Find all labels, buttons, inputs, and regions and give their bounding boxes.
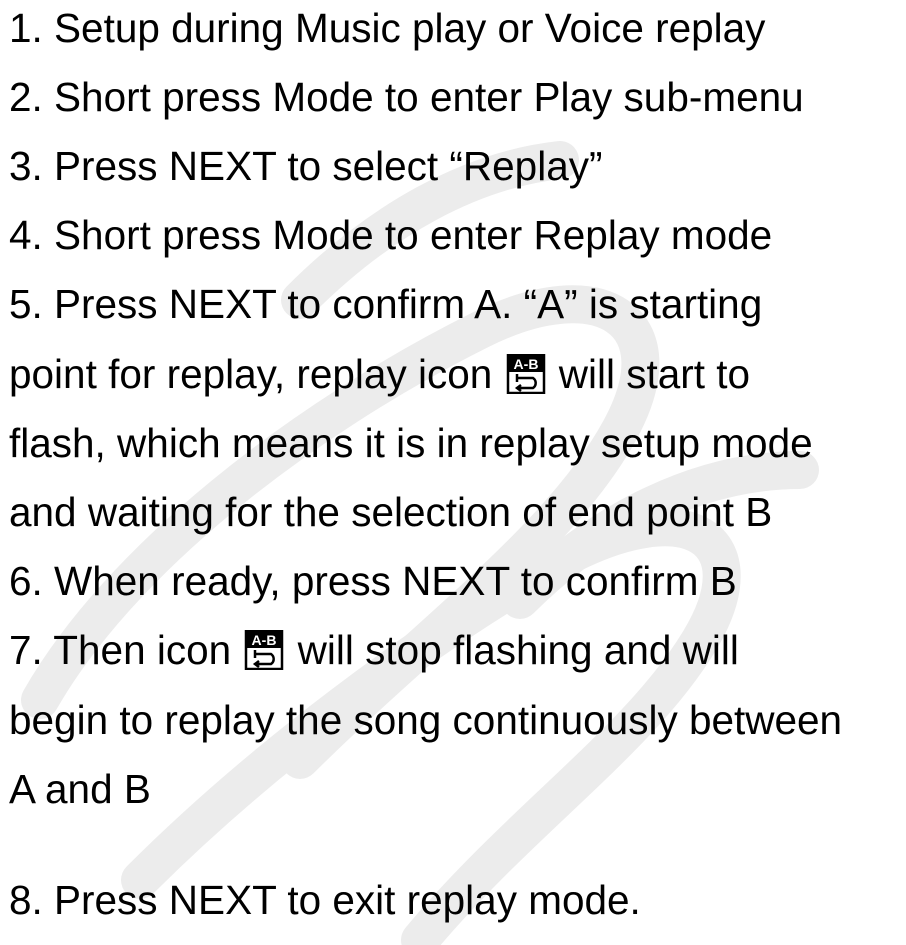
ab-replay-icon: A-B [506, 353, 546, 404]
svg-text:A-B: A-B [252, 632, 277, 648]
instruction-line: flash, which means it is in replay setup… [9, 420, 813, 466]
instruction-line: begin to replay the song continuously be… [9, 697, 843, 743]
instruction-line: point for replay, replay icon A-B will s… [9, 350, 750, 404]
instruction-line: 8. Press NEXT to exit replay mode. [9, 877, 641, 923]
instruction-line: 3. Press NEXT to select “Replay” [9, 143, 603, 189]
instruction-line: and waiting for the selection of end poi… [9, 489, 773, 535]
instruction-document: 1. Setup during Music play or Voice repl… [0, 0, 906, 945]
instruction-line: 4. Short press Mode to enter Replay mode [9, 212, 773, 258]
instruction-line: 1. Setup during Music play or Voice repl… [9, 5, 766, 51]
instruction-line: 6. When ready, press NEXT to confirm B [9, 558, 737, 604]
ab-replay-icon: A-B [244, 629, 284, 680]
svg-text:A-B: A-B [513, 356, 538, 372]
instruction-line: A and B [9, 766, 151, 812]
instruction-line: 5. Press NEXT to confirm A. “A” is start… [9, 281, 763, 327]
instruction-line: 7. Then icon A-B will stop flashing and … [9, 626, 739, 680]
instruction-line: 2. Short press Mode to enter Play sub-me… [9, 74, 804, 120]
